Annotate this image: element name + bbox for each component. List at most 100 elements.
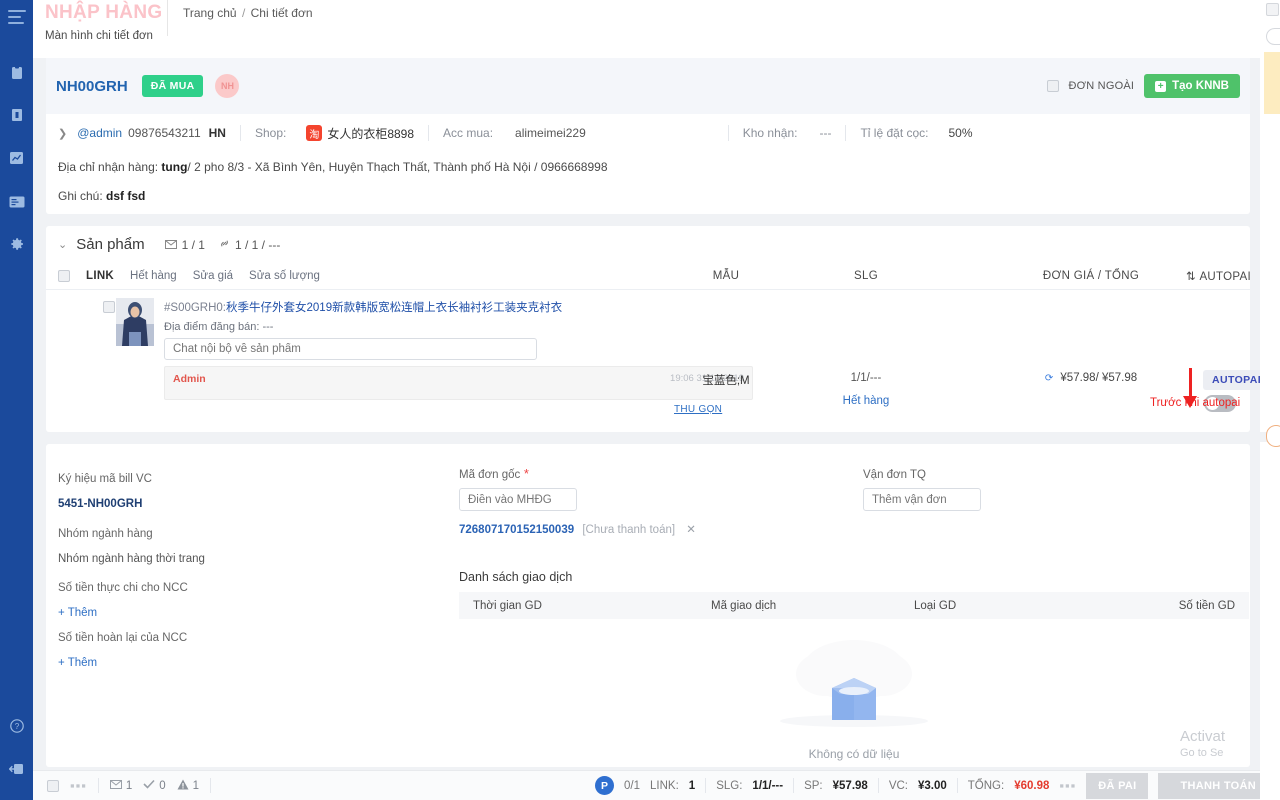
shipping-column: Vận đơn TQ (863, 466, 1163, 511)
chat-author: Admin (173, 373, 206, 385)
sidebar-item-settings[interactable] (0, 224, 33, 267)
breadcrumb: Trang chủ / Chi tiết đơn (167, 0, 313, 36)
external-order-checkbox[interactable] (1047, 80, 1059, 92)
shipping-label: Vận đơn TQ (863, 469, 926, 481)
actual-paid-label: Số tiền thực chi cho NCC (58, 582, 188, 594)
chart-icon (9, 151, 24, 168)
sell-location-label: Địa điểm đăng bán: (164, 321, 259, 333)
right-edge-orange-pill[interactable] (1266, 425, 1280, 447)
order-account[interactable]: @admin (77, 126, 122, 140)
transactions-table: Thời gian GD Mã giao dịch Loại GD Số tiề… (459, 592, 1249, 619)
link-count: 1 / 1 / --- (235, 238, 280, 252)
collapse-link[interactable]: THU GỌN (674, 404, 722, 415)
footer-vc-value: ¥3.00 (918, 780, 947, 792)
shop-label: Shop: (255, 126, 286, 140)
cell-price: ⟳ ¥57.98/ ¥57.98 (1001, 372, 1181, 384)
sidebar-item-warehouse[interactable] (0, 95, 33, 138)
column-header-amount: Số tiền GD (1179, 600, 1235, 612)
shipping-input[interactable] (863, 488, 981, 511)
right-edge-checkbox[interactable] (1266, 3, 1279, 16)
footer-check-stat: 0 (143, 779, 165, 792)
bill-code-value: 5451-NH00GRH (58, 498, 142, 510)
empty-box-illustration (762, 626, 946, 742)
sell-location-value: --- (262, 321, 273, 333)
archive-icon (10, 108, 24, 125)
page-subtitle: Màn hình chi tiết đơn (45, 30, 167, 42)
right-edge-toggle[interactable] (1266, 28, 1280, 45)
chevron-down-icon[interactable]: ⌄ (58, 238, 67, 251)
breadcrumb-current: Chi tiết đơn (251, 6, 313, 20)
mail-icon (165, 238, 177, 252)
close-icon[interactable]: ✕ (686, 524, 696, 536)
product-name[interactable]: 秋季牛仔外套女2019新款韩版宽松连帽上衣长袖衬衫工装夹克衬衣 (226, 302, 562, 314)
hamburger-icon[interactable] (8, 10, 26, 24)
shop-name: 女人的衣柜8898 (327, 125, 414, 142)
address-label: Địa chỉ nhận hàng: (58, 160, 158, 174)
column-header-mau: MẪU (681, 270, 771, 282)
footer-more-icon[interactable]: ▪▪▪ (70, 778, 87, 793)
toolbar-out-of-stock[interactable]: Hết hàng (130, 270, 177, 282)
toolbar-edit-quantity[interactable]: Sửa số lượng (249, 270, 320, 282)
product-sku: #S00GRH0: (164, 302, 226, 314)
deposit-value: 50% (949, 126, 973, 140)
warehouse-value: --- (819, 126, 831, 140)
chevron-right-icon[interactable]: ❯ (58, 127, 67, 140)
price-total: ¥57.98 (1102, 372, 1137, 384)
order-region: HN (209, 126, 226, 140)
right-edge-highlight (1264, 52, 1280, 114)
toolbar-link[interactable]: LINK (86, 270, 114, 282)
product-thumbnail[interactable] (116, 298, 154, 346)
breadcrumb-home[interactable]: Trang chủ (183, 6, 237, 20)
refund-add-button[interactable]: + Thêm (58, 657, 97, 669)
origin-code-label: Mã đơn gốc (459, 469, 520, 481)
footer-sp-value: ¥57.98 (833, 780, 868, 792)
sidebar-item-help[interactable]: ? (0, 706, 33, 749)
left-sidebar: ? (0, 0, 33, 800)
footer-slg-value: 1/1/--- (752, 780, 783, 792)
actual-paid-add-button[interactable]: + Thêm (58, 607, 97, 619)
sidebar-item-reports[interactable] (0, 138, 33, 181)
address-name: tung (161, 160, 187, 174)
acc-buy-value: alimeimei229 (515, 126, 586, 140)
footer-select-all-checkbox[interactable] (47, 780, 59, 792)
avatar: NH (215, 74, 239, 98)
check-icon (143, 779, 155, 792)
product-chat-input[interactable] (164, 338, 537, 360)
address-value: / 2 pho 8/3 - Xã Bình Yên, Huyện Thạch T… (187, 160, 607, 174)
toolbar-edit-price[interactable]: Sửa giá (193, 270, 233, 282)
warning-icon (177, 779, 189, 793)
origin-code-chip-value[interactable]: 726807170152150039 (459, 524, 574, 536)
mail-icon (110, 780, 122, 792)
row-checkbox[interactable] (103, 301, 115, 313)
footer-actions-more-icon[interactable]: ▪▪▪ (1059, 778, 1076, 793)
help-icon: ? (10, 719, 24, 736)
footer-mail-stat: 1 (110, 780, 132, 792)
sidebar-item-logout[interactable] (0, 749, 33, 792)
status-badge: ĐÃ MUA (142, 75, 204, 97)
select-all-checkbox[interactable] (58, 270, 70, 282)
column-header-type: Loại GD (914, 600, 956, 612)
origin-code-input[interactable] (459, 488, 577, 511)
sidebar-item-payments[interactable] (0, 181, 33, 224)
sidebar-item-orders[interactable] (0, 52, 33, 95)
order-header-bar: NH00GRH ĐÃ MUA NH ĐƠN NGOÀI + Tạo KNNB (46, 58, 1250, 114)
payment-status-badge: P (595, 776, 614, 795)
order-info-card: ❯ @admin 09876543211 HN Shop: 淘 女人的衣柜889… (46, 114, 1250, 214)
category-group-label: Nhóm ngành hàng (58, 528, 153, 540)
create-knnb-button[interactable]: + Tạo KNNB (1144, 74, 1240, 98)
chat-message: Admin 19:06 31/10/2019 (164, 366, 753, 400)
table-row: #S00GRH0:秋季牛仔外套女2019新款韩版宽松连帽上衣长袖衬衫工装夹克衬衣… (46, 290, 1250, 410)
brand-block: NHẬP HÀNG Màn hình chi tiết đơn (33, 0, 167, 42)
refresh-icon[interactable]: ⟳ (1045, 373, 1053, 384)
required-marker: * (524, 466, 529, 481)
cell-out-of-stock[interactable]: Hết hàng (821, 395, 911, 407)
top-header: NHẬP HÀNG Màn hình chi tiết đơn Trang ch… (33, 0, 1280, 58)
footer-total-value: ¥60.98 (1014, 780, 1049, 792)
warehouse-label: Kho nhận: (743, 126, 798, 140)
product-name-row: #S00GRH0:秋季牛仔外套女2019新款韩版宽松连帽上衣长袖衬衫工装夹克衬衣 (164, 299, 562, 315)
dapai-button[interactable]: ĐÃ PAI (1086, 773, 1148, 799)
cell-mau: 宝蓝色;M (681, 372, 771, 388)
page-title: NHẬP HÀNG (45, 2, 167, 24)
footer-vc-label: VC: (889, 780, 908, 792)
footer-status-bar: ▪▪▪ 1 0 1 P (33, 770, 1280, 800)
